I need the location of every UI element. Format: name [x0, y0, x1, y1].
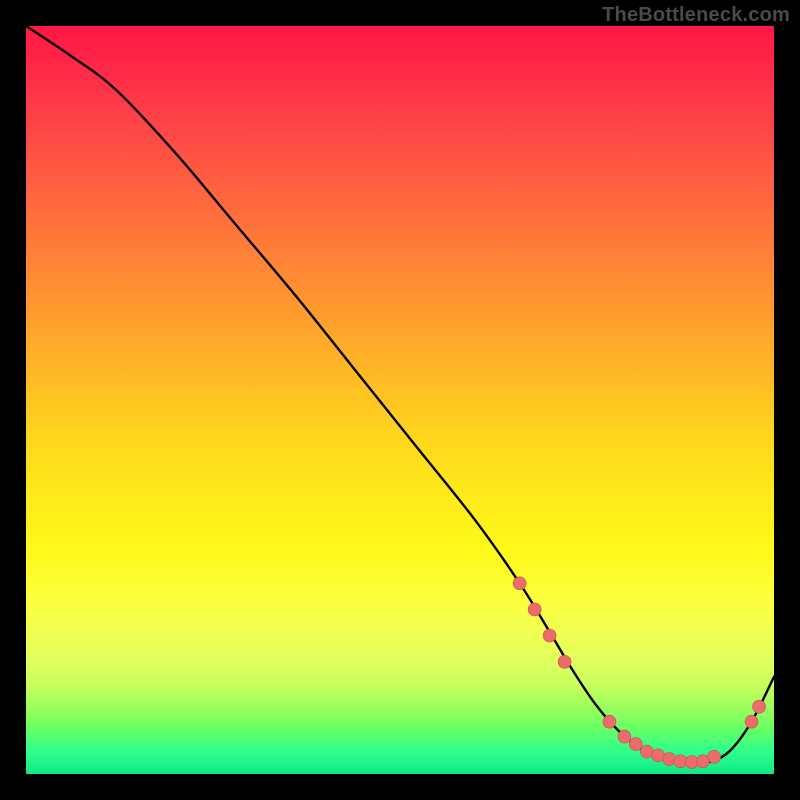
chart-frame: TheBottleneck.com: [0, 0, 800, 800]
bottleneck-curve-svg: [26, 26, 774, 774]
data-marker: [528, 603, 541, 616]
watermark-text: TheBottleneck.com: [602, 4, 790, 27]
data-marker: [558, 655, 571, 668]
data-marker: [618, 730, 631, 743]
data-marker: [513, 577, 526, 590]
chart-plot-area: [26, 26, 774, 774]
data-marker: [663, 753, 676, 766]
data-marker: [603, 715, 616, 728]
data-marker: [543, 629, 556, 642]
data-marker: [745, 715, 758, 728]
data-marker: [708, 750, 721, 763]
bottleneck-curve-path: [26, 26, 774, 764]
data-marker: [753, 700, 766, 713]
data-markers: [513, 577, 765, 769]
data-marker: [629, 738, 642, 751]
